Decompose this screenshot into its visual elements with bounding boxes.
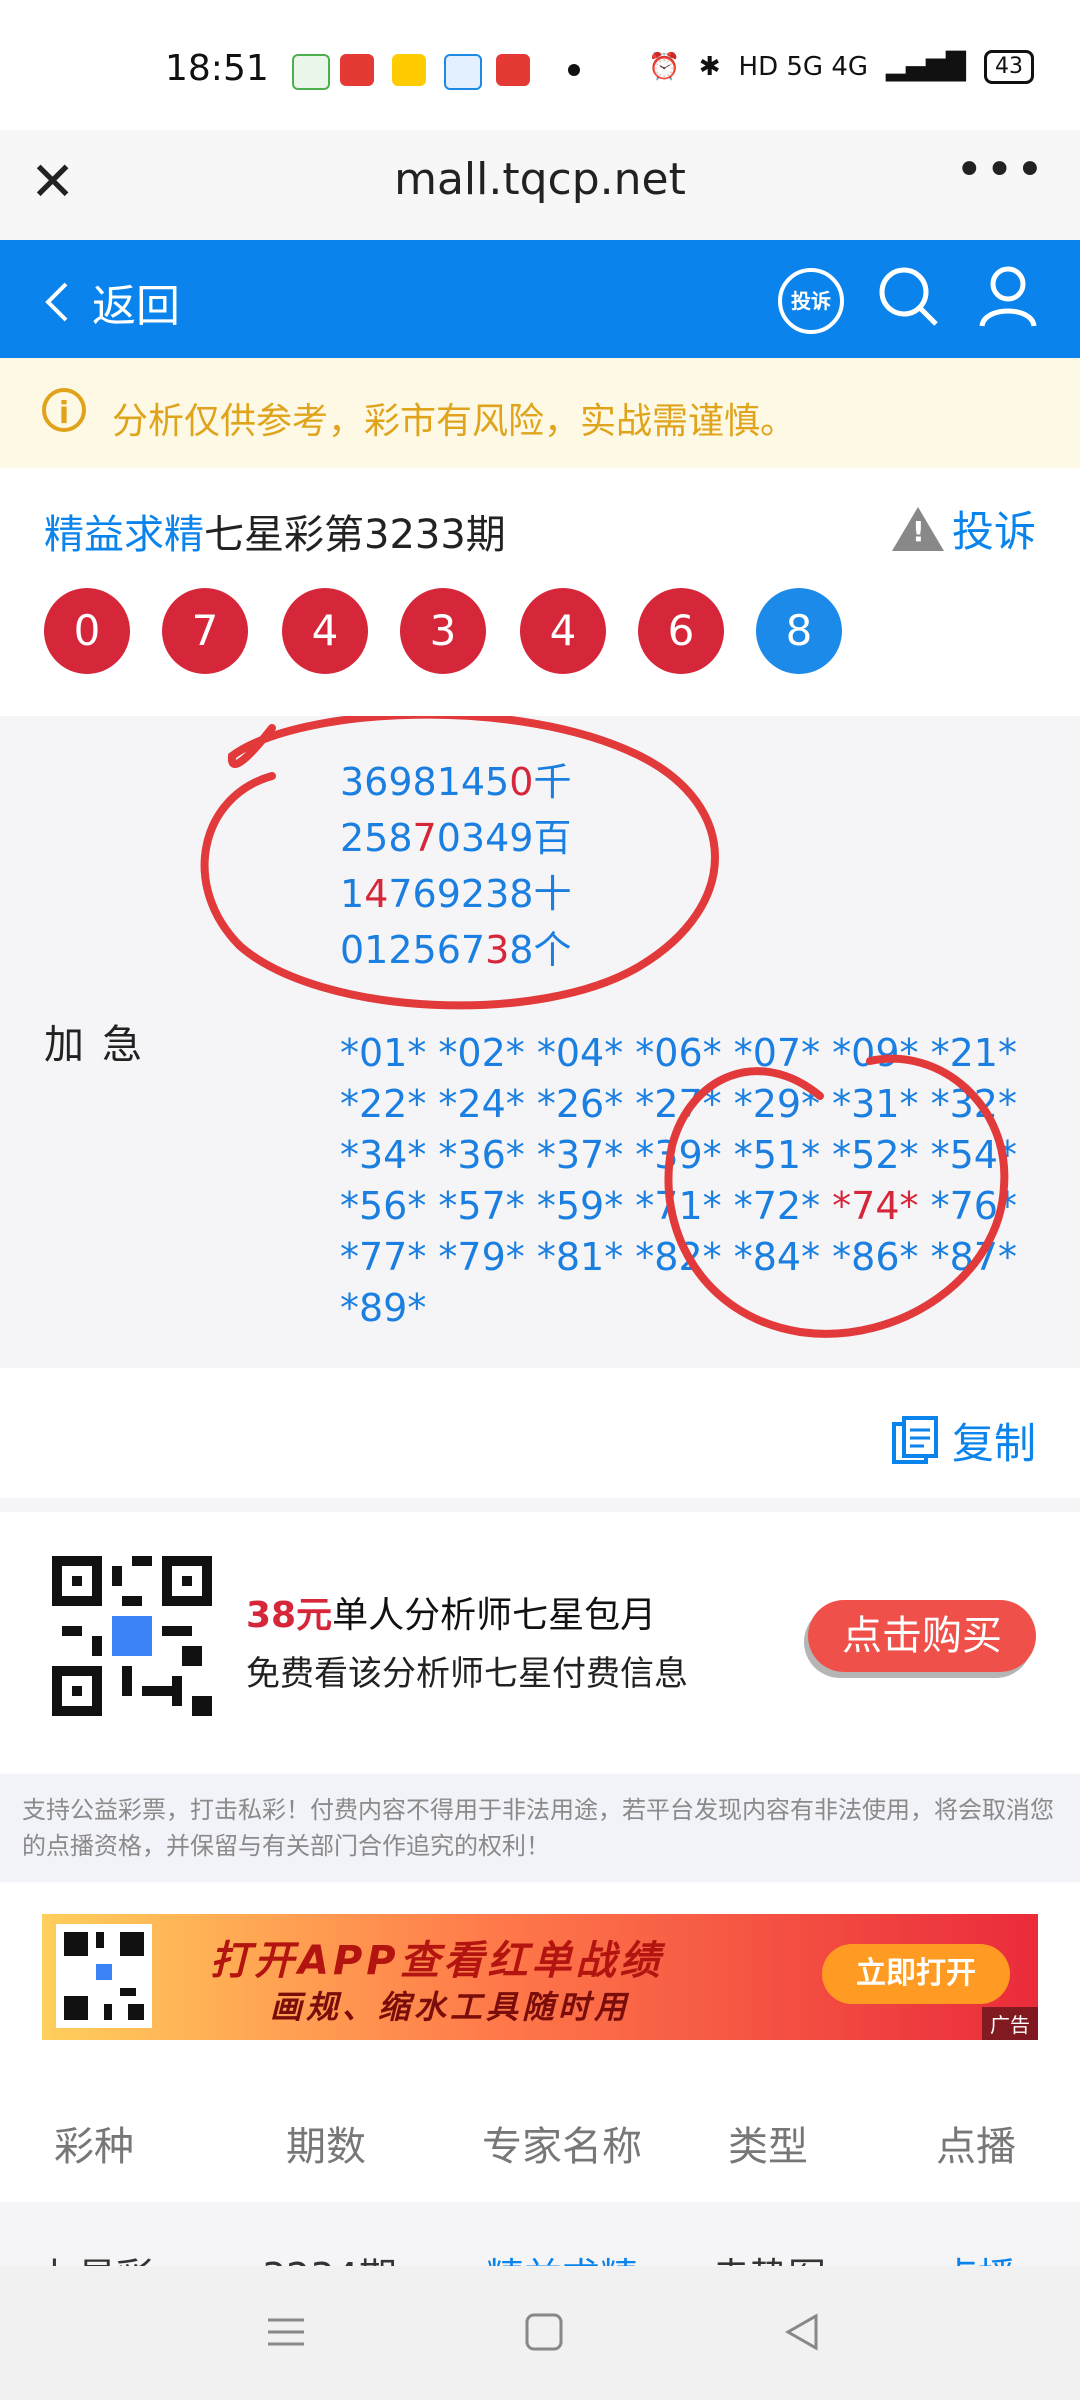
- analysis-panel: 加急 36981450千 25870349百 14769238十 0125673…: [0, 716, 1080, 1368]
- page-title: 精益求精七星彩第3233期: [44, 502, 506, 560]
- back-triangle-icon[interactable]: [782, 2312, 822, 2356]
- risk-notice: i 分析仅供参考，彩市有风险，实战需谨慎。: [0, 358, 1080, 468]
- signal-icon: ▂▄▆█: [886, 52, 966, 82]
- battery-icon: 43: [984, 50, 1034, 84]
- complain-button[interactable]: ! 投诉: [891, 498, 1036, 559]
- chevron-left-icon: [45, 282, 68, 322]
- app-notification-icon: [292, 54, 330, 90]
- more-notifications-dot-icon: [568, 64, 580, 76]
- alarm-icon: ⏰: [648, 52, 681, 82]
- disclaimer-text: 支持公益彩票，打击私彩！付费内容不得用于非法用途，若平台发现内容有非法使用，将会…: [22, 1796, 1054, 1860]
- more-menu-icon[interactable]: •••: [955, 142, 1046, 198]
- complain-label: 投诉: [951, 507, 1036, 556]
- banner-qr-code-image: [56, 1924, 152, 2028]
- info-icon: i: [42, 388, 86, 432]
- open-app-button[interactable]: 立即打开: [822, 1944, 1010, 2004]
- qr-code-image: [52, 1556, 212, 1716]
- home-icon[interactable]: [524, 2312, 564, 2356]
- result-ball: 4: [520, 588, 606, 674]
- promo-title: 38元单人分析师七星包月: [246, 1595, 657, 1636]
- status-time: 18:51: [165, 48, 269, 89]
- copy-icon: [891, 1415, 938, 1464]
- app-ad-banner[interactable]: 打开APP查看红单战绩 画规、缩水工具随时用 立即打开 广告: [42, 1914, 1038, 2040]
- bluetooth-icon: ✱: [698, 52, 721, 82]
- news-app-icon: [340, 54, 374, 86]
- result-ball: 6: [638, 588, 724, 674]
- page-header: 返回 投诉: [0, 240, 1080, 358]
- warning-icon: !: [891, 506, 944, 551]
- column-header: 期数: [286, 2124, 366, 2170]
- column-header: 专家名称: [482, 2124, 642, 2170]
- complain-badge-button[interactable]: 投诉: [778, 268, 844, 334]
- red-envelope-icon: [496, 54, 530, 86]
- notice-text: 分析仅供参考，彩市有风险，实战需谨慎。: [112, 401, 797, 442]
- disclaimer: 支持公益彩票，打击私彩！付费内容不得用于非法用途，若平台发现内容有非法使用，将会…: [0, 1774, 1080, 1882]
- copy-button[interactable]: 复制: [890, 1410, 1036, 1471]
- close-icon[interactable]: ✕: [30, 150, 75, 213]
- result-ball: 7: [162, 588, 248, 674]
- banner-subline: 画规、缩水工具随时用: [270, 1988, 631, 2026]
- user-icon[interactable]: [978, 264, 1038, 334]
- table-header: 彩种 期数 专家名称 类型 点播: [0, 2080, 1080, 2202]
- cloud-app-icon: [444, 54, 482, 90]
- section-divider: [0, 1498, 1080, 1512]
- handdrawn-circle-annotations: [200, 716, 1009, 1338]
- system-nav-bar: [0, 2266, 1080, 2400]
- back-button[interactable]: 返回: [44, 270, 180, 334]
- result-ball: 3: [400, 588, 486, 674]
- lottery-issue: 七星彩第3233期: [204, 512, 506, 558]
- status-bar: 18:51 ⏰ ✱ HD 5G 4G ▂▄▆█ 43: [0, 0, 1080, 130]
- game-app-icon: [392, 54, 426, 86]
- search-icon[interactable]: [876, 264, 942, 334]
- network-indicator: HD 5G 4G: [738, 52, 869, 82]
- column-header: 点播: [936, 2124, 1016, 2170]
- result-ball: 0: [44, 588, 130, 674]
- author-name[interactable]: 精益求精: [44, 512, 204, 558]
- banner-headline: 打开APP查看红单战绩: [210, 1938, 664, 1984]
- table-row[interactable]: 七星彩 3234期 精益求精 走势图 点播: [0, 2202, 1080, 2272]
- browser-toolbar: mall.tqcp.net ✕ •••: [0, 130, 1080, 240]
- copy-label: 复制: [951, 1419, 1036, 1468]
- promo-price: 38元: [246, 1595, 333, 1636]
- buy-button[interactable]: 点击购买: [808, 1600, 1036, 1672]
- menu-icon[interactable]: [266, 2312, 306, 2356]
- column-header: 彩种: [54, 2124, 134, 2170]
- url-text[interactable]: mall.tqcp.net: [0, 154, 1080, 205]
- result-ball: 4: [282, 588, 368, 674]
- bonus-ball: 8: [756, 588, 842, 674]
- ad-tag: 广告: [982, 2007, 1038, 2040]
- column-header: 类型: [728, 2124, 808, 2170]
- back-label: 返回: [92, 281, 180, 332]
- promo-subtitle: 免费看该分析师七星付费信息: [246, 1654, 688, 1694]
